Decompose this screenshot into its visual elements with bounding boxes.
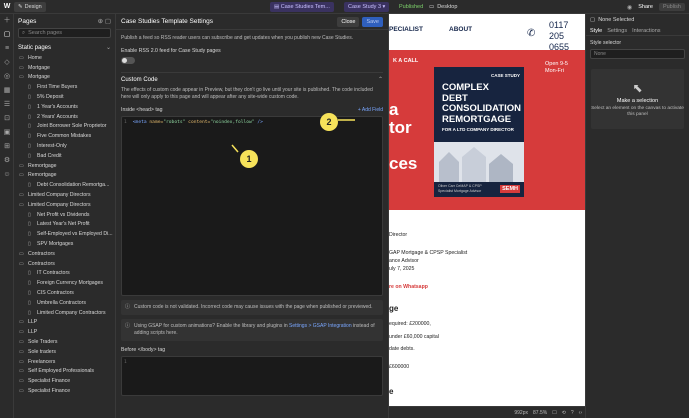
case-text-4: uly 7, 2025 <box>389 266 415 272</box>
tab-settings[interactable]: Settings <box>607 28 627 34</box>
hero-heading-c: ces <box>389 154 418 173</box>
style-selector-label: Style selector <box>590 40 622 46</box>
square-icon: ▢ <box>590 17 596 23</box>
selection-status: ▢ None Selected <box>586 14 689 26</box>
annotation-1-arrow <box>231 144 239 153</box>
style-panel: ▢ None Selected Style Settings Interacti… <box>585 14 689 418</box>
book-call-text: K A CALL <box>393 58 419 64</box>
hero-heading-b: tor <box>389 118 412 137</box>
cursor-icon: ⬉ <box>632 80 643 95</box>
site-nav: PECIALIST ABOUT ✆ 0117 205 0655 <box>389 14 585 52</box>
phone-icon: ✆ <box>527 28 536 39</box>
history-icon[interactable]: ⟲ <box>562 410 566 416</box>
comments-icon[interactable]: ☐ <box>552 410 556 416</box>
make-selection-card: ⬉ Make a selection Select an element on … <box>591 69 684 129</box>
panel-tabs: Style Settings Interactions <box>586 26 689 36</box>
phone-number: 0117 205 0655 <box>549 20 570 52</box>
cover-title: COMPLEX DEBT CONSOLIDATION REMORTGAGE <box>442 82 521 125</box>
cover-subtitle: FOR A LTD COMPANY DIRECTOR <box>442 127 514 132</box>
case-text-7: date debts. <box>389 346 415 352</box>
houses-illustration <box>434 142 524 182</box>
make-selection-title: Make a selection <box>616 97 659 104</box>
whatsapp-link: re on Whatsapp <box>389 284 428 290</box>
canvas-status-bar: 992px 87.5% ☐ ⟲ ? ‹› <box>389 406 585 418</box>
tab-interactions[interactable]: Interactions <box>632 28 660 34</box>
hero-heading-a: a <box>389 100 399 119</box>
nav-about: ABOUT <box>449 26 473 33</box>
case-study-cover: CASE STUDY COMPLEX DEBT CONSOLIDATION RE… <box>434 67 524 197</box>
case-text-8: £600000 <box>389 364 410 370</box>
case-heading: ge <box>389 304 399 313</box>
office-hours: Open 9-5 Mon-Fri <box>545 61 568 74</box>
help-icon[interactable]: ? <box>571 410 574 416</box>
semh-logo: SEMH <box>500 185 520 193</box>
design-canvas[interactable]: PECIALIST ABOUT ✆ 0117 205 0655 K A CALL… <box>389 14 585 406</box>
case-text-5: equired: £200000, <box>389 321 431 327</box>
style-selector-value: None <box>594 51 606 57</box>
code-icon[interactable]: ‹› <box>579 410 582 416</box>
case-text-1: Director <box>389 232 408 238</box>
canvas-width: 992px <box>514 409 528 416</box>
case-text-2: GAP Mortgage & CPSP Specialist <box>389 250 468 256</box>
case-text-6: under £60,000 capital <box>389 334 439 340</box>
case-text-3: ance Advisor <box>389 258 419 264</box>
nav-specialist: PECIALIST <box>389 26 423 33</box>
case-heading-2: e <box>389 387 394 396</box>
canvas-zoom[interactable]: 87.5% <box>533 410 547 416</box>
make-selection-desc: Select an element on the canvas to activ… <box>591 105 684 117</box>
style-selector-input[interactable]: None <box>590 49 685 59</box>
case-study-tag: CASE STUDY <box>490 73 520 78</box>
none-selected-label: None Selected <box>598 17 635 23</box>
tab-style[interactable]: Style <box>590 28 602 34</box>
cover-author: Oliver Carr CeMAP & CPSP Specialist Mort… <box>438 184 482 193</box>
hero-section: K A CALL Open 9-5 Mon-Fri a tor ces CASE… <box>389 50 585 210</box>
